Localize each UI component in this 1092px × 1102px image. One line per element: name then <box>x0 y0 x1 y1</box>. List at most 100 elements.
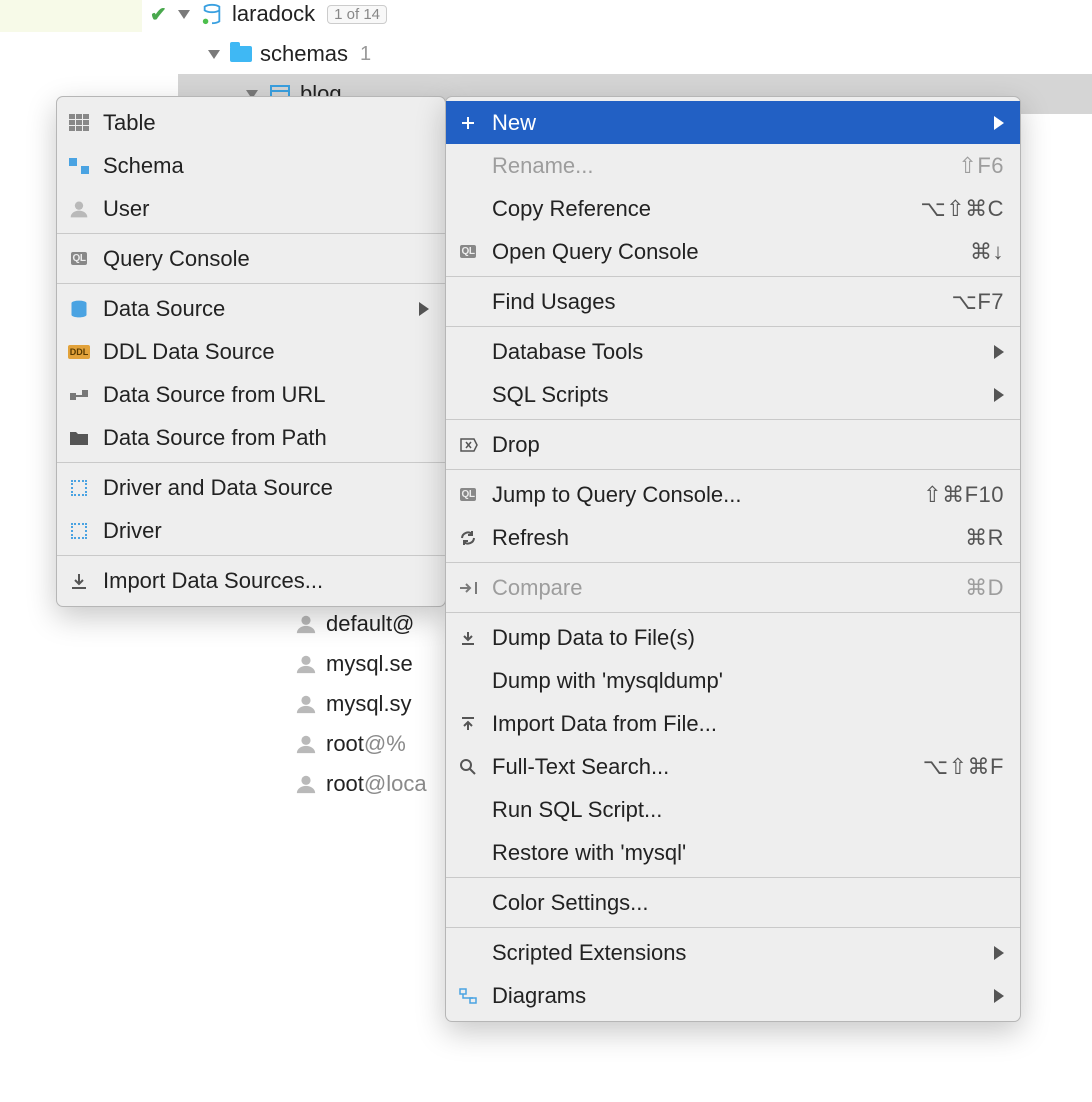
menu-item-refresh[interactable]: Refresh⌘R <box>446 516 1020 559</box>
menu-separator <box>446 419 1020 420</box>
menu-item-import-data-sources[interactable]: Import Data Sources... <box>57 559 445 602</box>
menu-label: New <box>492 110 982 136</box>
menu-separator <box>446 562 1020 563</box>
menu-item-scripted-extensions[interactable]: Scripted Extensions <box>446 931 1020 974</box>
context-menu: New Rename... ⇧F6 Copy Reference ⌥⇧⌘C QL Open … <box>445 96 1021 1022</box>
tree-label: schemas <box>260 41 348 67</box>
tree-label: root@% <box>326 731 406 757</box>
ddl-icon: DDL <box>67 345 91 359</box>
menu-separator <box>446 276 1020 277</box>
cylinder-icon <box>67 299 91 319</box>
box-icon <box>67 523 91 539</box>
menu-item-compare: Compare ⌘D <box>446 566 1020 609</box>
person-icon <box>294 692 318 716</box>
menu-separator <box>446 326 1020 327</box>
tree-label: laradock <box>232 1 315 27</box>
submenu-arrow-icon <box>994 116 1004 130</box>
person-icon <box>67 199 91 219</box>
shortcut-label: ⌘↓ <box>970 239 1004 265</box>
tree-node-schemas[interactable]: schemas 1 <box>178 34 1092 74</box>
menu-item-drop[interactable]: Drop <box>446 423 1020 466</box>
menu-item-color-settings[interactable]: Color Settings... <box>446 881 1020 924</box>
check-icon: ✔ <box>150 2 167 27</box>
menu-label: Rename... <box>492 153 946 179</box>
menu-item-ddl-data-source[interactable]: DDL DDL Data Source <box>57 330 445 373</box>
submenu-arrow-icon <box>994 946 1004 960</box>
menu-item-database-tools[interactable]: Database Tools <box>446 330 1020 373</box>
menu-label: Dump Data to File(s) <box>492 625 1004 651</box>
shortcut-label: ⇧F6 <box>958 153 1004 179</box>
menu-item-user[interactable]: User <box>57 187 445 230</box>
menu-label: Drop <box>492 432 1004 458</box>
menu-item-data-source-url[interactable]: Data Source from URL <box>57 373 445 416</box>
menu-item-jump-to-query-console[interactable]: QLJump to Query Console...⇧⌘F10 <box>446 473 1020 516</box>
folder-icon <box>230 46 252 62</box>
tree-node-datasource[interactable]: laradock 1 of 14 <box>178 0 1092 34</box>
menu-label: Open Query Console <box>492 239 958 265</box>
menu-item-run-sql-script[interactable]: Run SQL Script... <box>446 788 1020 831</box>
menu-label: Restore with 'mysql' <box>492 840 1004 866</box>
menu-label: Scripted Extensions <box>492 940 982 966</box>
menu-separator <box>57 233 445 234</box>
menu-separator <box>446 877 1020 878</box>
menu-item-data-source-path[interactable]: Data Source from Path <box>57 416 445 459</box>
url-icon <box>67 388 91 402</box>
menu-item-open-query-console[interactable]: QLOpen Query Console⌘↓ <box>446 230 1020 273</box>
menu-item-rename: Rename... ⇧F6 <box>446 144 1020 187</box>
menu-separator <box>446 469 1020 470</box>
diagram-icon <box>456 988 480 1004</box>
person-icon <box>294 772 318 796</box>
menu-label: Copy Reference <box>492 196 908 222</box>
tree-label: root@loca <box>326 771 427 797</box>
menu-separator <box>446 927 1020 928</box>
menu-item-import-data-from-file[interactable]: Import Data from File... <box>446 702 1020 745</box>
chevron-down-icon[interactable] <box>178 10 190 19</box>
person-icon <box>294 652 318 676</box>
tree-label: mysql.sy <box>326 691 412 717</box>
delete-icon <box>456 437 480 453</box>
editor-gutter <box>0 0 142 32</box>
menu-item-full-text-search[interactable]: Full-Text Search... ⌥⇧⌘F <box>446 745 1020 788</box>
menu-label: Database Tools <box>492 339 982 365</box>
shortcut-label: ⌘R <box>965 525 1004 551</box>
menu-label: Import Data from File... <box>492 711 1004 737</box>
menu-label: Dump with 'mysqldump' <box>492 668 1004 694</box>
menu-item-driver[interactable]: Driver <box>57 509 445 552</box>
menu-item-dump-with-mysqldump[interactable]: Dump with 'mysqldump' <box>446 659 1020 702</box>
menu-item-driver-and-ds[interactable]: Driver and Data Source <box>57 466 445 509</box>
compare-icon <box>456 581 480 595</box>
table-icon <box>67 114 91 131</box>
import-icon <box>67 572 91 590</box>
tree-label: mysql.se <box>326 651 413 677</box>
submenu-arrow-icon <box>994 989 1004 1003</box>
menu-label: SQL Scripts <box>492 382 982 408</box>
ql-icon: QL <box>456 488 480 501</box>
menu-item-schema[interactable]: Schema <box>57 144 445 187</box>
menu-label: Color Settings... <box>492 890 1004 916</box>
menu-item-table[interactable]: Table <box>57 101 445 144</box>
menu-label: Full-Text Search... <box>492 754 911 780</box>
menu-label: Diagrams <box>492 983 982 1009</box>
menu-label: Compare <box>492 575 953 601</box>
menu-item-restore-with-mysql[interactable]: Restore with 'mysql' <box>446 831 1020 874</box>
menu-item-sql-scripts[interactable]: SQL Scripts <box>446 373 1020 416</box>
menu-item-new[interactable]: New <box>446 101 1020 144</box>
person-icon <box>294 612 318 636</box>
menu-item-dump-data-to-file-s[interactable]: Dump Data to File(s) <box>446 616 1020 659</box>
chevron-down-icon[interactable] <box>208 50 220 59</box>
menu-item-copy-reference[interactable]: Copy Reference ⌥⇧⌘C <box>446 187 1020 230</box>
menu-item-data-source[interactable]: Data Source <box>57 287 445 330</box>
folder-icon <box>67 430 91 446</box>
filter-badge: 1 of 14 <box>327 5 387 24</box>
menu-item-find-usages[interactable]: Find Usages⌥F7 <box>446 280 1020 323</box>
shortcut-label: ⌥⇧⌘F <box>923 754 1004 780</box>
menu-item-diagrams[interactable]: Diagrams <box>446 974 1020 1017</box>
menu-item-query-console[interactable]: QL Query Console <box>57 237 445 280</box>
upload-icon <box>456 716 480 732</box>
submenu-arrow-icon <box>994 345 1004 359</box>
shortcut-label: ⌘D <box>965 575 1004 601</box>
menu-separator <box>57 555 445 556</box>
schema-icon <box>67 158 91 174</box>
shortcut-label: ⌥⇧⌘C <box>920 196 1004 222</box>
shortcut-label: ⌥F7 <box>951 289 1004 315</box>
